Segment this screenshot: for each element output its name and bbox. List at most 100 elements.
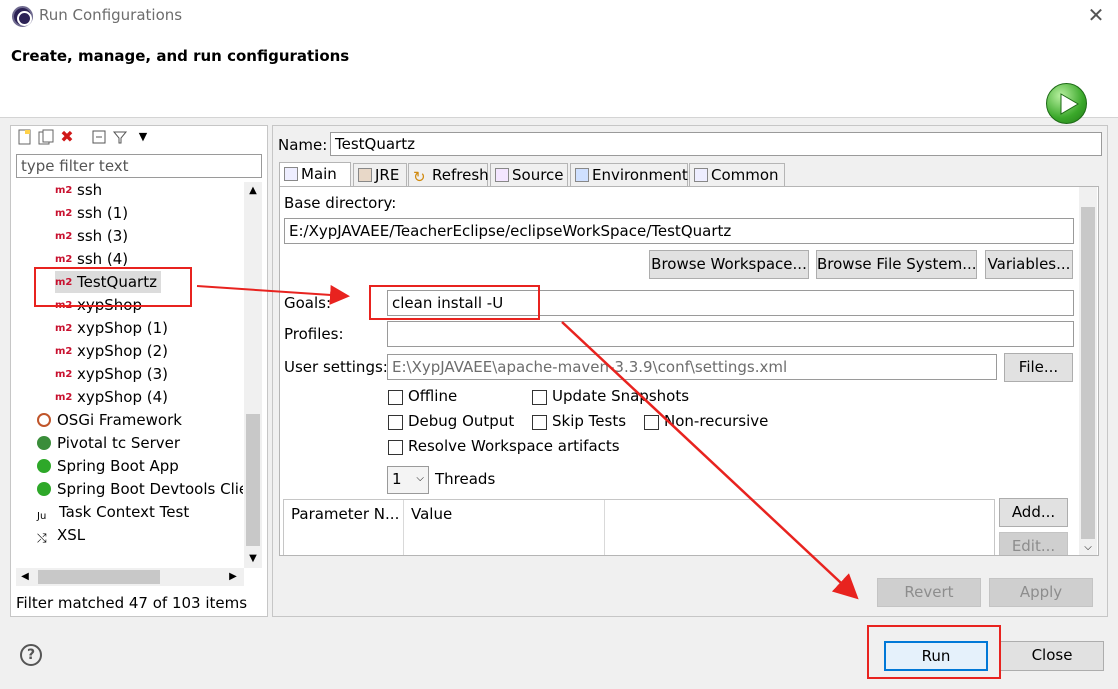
maven-m2-icon: m2 [55, 346, 73, 357]
configuration-editor-panel: Name: TestQuartz Main JRE ↻ Refresh Sourc… [272, 125, 1108, 617]
non-recursive-checkbox[interactable] [644, 415, 659, 430]
tab-vertical-scrollbar[interactable]: ⌵ [1079, 187, 1097, 555]
tree-item-ssh[interactable]: m2 ssh [55, 182, 102, 201]
scrollbar-thumb[interactable] [246, 414, 260, 546]
help-icon[interactable]: ? [20, 644, 42, 666]
debug-output-label: Debug Output [408, 412, 515, 430]
duplicate-config-icon[interactable] [38, 129, 54, 145]
tab-refresh[interactable]: ↻ Refresh [408, 163, 489, 186]
edit-parameter-button[interactable]: Edit... [999, 532, 1068, 555]
user-settings-file-button[interactable]: File... [1004, 353, 1073, 382]
scroll-left-arrow-icon[interactable]: ◀ [16, 568, 34, 586]
user-settings-label: User settings: [284, 358, 388, 376]
tab-common[interactable]: Common [689, 163, 785, 186]
tab-source[interactable]: Source [490, 163, 568, 186]
maven-m2-icon: m2 [55, 185, 73, 196]
tree-item-xypshop[interactable]: m2 xypShop [55, 294, 142, 316]
goals-label: Goals: [284, 294, 332, 312]
tree-item-spring-boot-app[interactable]: Spring Boot App [37, 455, 179, 477]
parameters-table[interactable]: Parameter N... Value [283, 499, 995, 555]
debug-output-checkbox[interactable] [388, 415, 403, 430]
tab-environment[interactable]: Environment [570, 163, 688, 186]
tree-item-xypshop-2[interactable]: m2 xypShop (2) [55, 340, 168, 362]
config-name-input[interactable]: TestQuartz [330, 132, 1102, 156]
skip-tests-label: Skip Tests [552, 412, 627, 430]
source-icon [495, 168, 509, 182]
offline-label: Offline [408, 387, 458, 405]
column-divider [604, 500, 605, 555]
environment-icon [575, 168, 589, 182]
column-divider [403, 500, 404, 555]
profiles-input[interactable] [387, 321, 1074, 347]
skip-tests-checkbox[interactable] [532, 415, 547, 430]
filter-input[interactable] [16, 154, 262, 178]
tab-main[interactable]: Main [279, 162, 351, 187]
tree-item-ssh-3[interactable]: m2 ssh (3) [55, 225, 128, 247]
scroll-right-arrow-icon[interactable]: ▶ [224, 568, 242, 586]
run-button[interactable]: Run [884, 641, 988, 671]
main-tab-content: Base directory: E:/XypJAVAEE/TeacherEcli… [279, 186, 1099, 556]
resolve-workspace-label: Resolve Workspace artifacts [408, 437, 620, 455]
window-title: Run Configurations [39, 6, 183, 24]
dialog-header-title: Create, manage, and run configurations [11, 47, 350, 65]
tree-item-spring-boot-devtools[interactable]: Spring Boot Devtools Clie [37, 478, 243, 500]
base-directory-input[interactable]: E:/XypJAVAEE/TeacherEclipse/eclipseWorkS… [284, 218, 1074, 244]
configuration-tree: m2 ssh m2 ssh (1) m2 ssh (3) m2 ssh (4) m2 Te… [11, 182, 243, 568]
tree-item-osgi-framework[interactable]: OSGi Framework [37, 409, 182, 431]
view-menu-chevron-down-icon[interactable]: ▼ [135, 129, 151, 145]
run-play-icon [1046, 83, 1087, 124]
maven-m2-icon: m2 [55, 323, 73, 334]
tree-item-xypshop-1[interactable]: m2 xypShop (1) [55, 317, 168, 339]
refresh-icon: ↻ [413, 168, 426, 186]
tree-horizontal-scrollbar[interactable]: ◀ ▶ [16, 568, 244, 586]
dialog-header: Create, manage, and run configurations [0, 33, 1118, 124]
update-snapshots-label: Update Snapshots [552, 387, 690, 405]
browse-workspace-button[interactable]: Browse Workspace... [649, 250, 809, 279]
revert-button[interactable]: Revert [877, 578, 981, 607]
browse-file-system-button[interactable]: Browse File System... [816, 250, 977, 279]
close-button[interactable]: Close [1000, 641, 1104, 671]
tab-jre[interactable]: JRE [353, 163, 407, 186]
new-config-icon[interactable] [17, 129, 33, 145]
value-column-header[interactable]: Value [411, 505, 452, 523]
junit-icon: Ju [37, 511, 47, 522]
threads-select[interactable]: 1 ⌵ [387, 466, 429, 494]
non-recursive-label: Non-recursive [664, 412, 769, 430]
tree-item-ssh-4[interactable]: m2 ssh (4) [55, 248, 128, 270]
maven-m2-icon: m2 [55, 231, 73, 242]
update-snapshots-checkbox[interactable] [532, 390, 547, 405]
apply-button[interactable]: Apply [989, 578, 1093, 607]
variables-button[interactable]: Variables... [985, 250, 1073, 279]
tree-item-ssh-1[interactable]: m2 ssh (1) [55, 202, 128, 224]
parameter-name-column-header[interactable]: Parameter N... [291, 505, 399, 523]
tree-item-xypshop-4[interactable]: m2 xypShop (4) [55, 386, 168, 408]
collapse-all-icon[interactable] [91, 129, 107, 145]
spring-boot-icon [37, 459, 51, 473]
scrollbar-thumb[interactable] [38, 570, 160, 584]
filter-config-icon[interactable] [112, 129, 128, 145]
tree-vertical-scrollbar[interactable]: ▲ ▼ [244, 182, 262, 568]
user-settings-input[interactable]: E:\XypJAVAEE\apache-maven-3.3.9\conf\set… [387, 354, 997, 380]
tree-item-xsl[interactable]: ⤭ XSL [37, 524, 85, 546]
eclipse-app-icon [12, 6, 33, 27]
title-bar: Run Configurations ✕ [0, 0, 1118, 33]
tree-item-testquartz[interactable]: m2 TestQuartz [55, 271, 161, 293]
name-label: Name: [278, 136, 328, 154]
add-parameter-button[interactable]: Add... [999, 498, 1068, 527]
scrollbar-thumb[interactable] [1081, 207, 1095, 539]
tree-item-xypshop-3[interactable]: m2 xypShop (3) [55, 363, 168, 385]
tree-item-task-context-test[interactable]: Ju Task Context Test [37, 501, 189, 523]
goals-input[interactable]: clean install -U [387, 290, 1074, 316]
osgi-icon [37, 413, 51, 427]
spring-devtools-icon [37, 482, 51, 496]
tree-item-pivotal-tc-server[interactable]: Pivotal tc Server [37, 432, 180, 454]
scroll-down-arrow-icon[interactable]: ▼ [244, 550, 262, 568]
scroll-down-arrow-icon[interactable]: ⌵ [1079, 539, 1097, 555]
delete-config-icon[interactable]: ✖ [59, 129, 75, 145]
jre-icon [358, 168, 372, 182]
resolve-workspace-checkbox[interactable] [388, 440, 403, 455]
close-window-icon[interactable]: ✕ [1085, 3, 1107, 27]
threads-label: Threads [435, 470, 496, 488]
scroll-up-arrow-icon[interactable]: ▲ [244, 182, 262, 200]
offline-checkbox[interactable] [388, 390, 403, 405]
